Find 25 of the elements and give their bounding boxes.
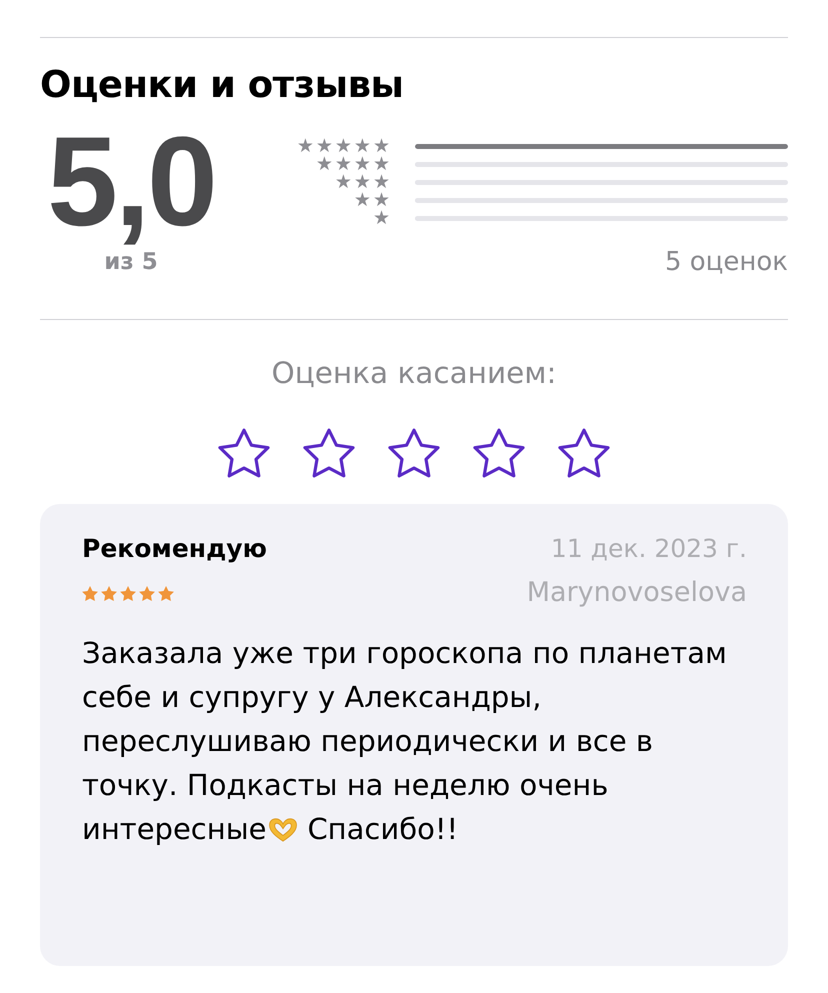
star-count-label: ★★★★★ bbox=[296, 137, 392, 155]
heart-icon bbox=[269, 818, 298, 842]
tap-rating-label: Оценка касанием: bbox=[271, 355, 556, 391]
review-title: Рекомендую bbox=[82, 534, 267, 564]
star-rating-button[interactable] bbox=[388, 428, 440, 478]
rating-scale: из 5 bbox=[104, 249, 158, 275]
star-icon bbox=[120, 586, 136, 600]
star-rating-button[interactable] bbox=[473, 428, 525, 478]
star-count-label: ★★★★ bbox=[316, 155, 392, 173]
star-count-label: ★★★ bbox=[334, 173, 392, 191]
star-rating-button[interactable] bbox=[303, 428, 355, 478]
review-text: Заказала уже три гороскопа по планетам себе и супругу у Александры, переслушиваю периодически и все в точку. Подкасты на неделю очень интересные Спасибо!! bbox=[82, 635, 728, 848]
star-rating-button[interactable] bbox=[218, 428, 270, 478]
star-icon bbox=[101, 586, 117, 600]
review-date: 11 дек. 2023 г. bbox=[550, 534, 747, 564]
review-author: Marynovoselova bbox=[526, 577, 747, 609]
section-title: Оценки и отзывы bbox=[40, 64, 404, 106]
star-count-label: ★★ bbox=[354, 191, 392, 209]
star-rating-button[interactable] bbox=[558, 428, 610, 478]
ratings-count: 5 оценок bbox=[664, 247, 788, 277]
star-icon bbox=[158, 586, 174, 600]
average-rating: 5,0 bbox=[47, 118, 215, 245]
star-icon bbox=[139, 586, 155, 600]
star-count-label: ★ bbox=[372, 209, 392, 227]
star-icon bbox=[82, 586, 98, 600]
